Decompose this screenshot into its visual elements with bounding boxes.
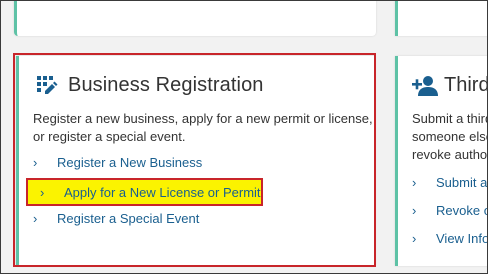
add-person-icon — [412, 75, 438, 97]
business-registration-card: Business Registration Register a new bus… — [16, 56, 375, 266]
link-label: Revoke o — [436, 203, 488, 218]
link-label: Register a New Business — [57, 155, 203, 170]
card-description: Register a new business, apply for a new… — [33, 111, 373, 144]
card-header: Third — [412, 74, 488, 97]
view-info-link[interactable]: › View Info — [412, 231, 488, 246]
card-title: Third — [444, 74, 488, 96]
link-label: Submit a — [436, 175, 488, 190]
chevron-right-icon: › — [40, 184, 45, 200]
description-line: revoke author — [412, 147, 488, 162]
grid-edit-icon — [36, 75, 58, 97]
top-right-card — [395, 0, 488, 36]
link-label: Apply for a New License or Permit — [64, 184, 261, 200]
chevron-right-icon: › — [33, 211, 38, 226]
link-label: View Info — [436, 231, 488, 246]
register-new-business-link[interactable]: › Register a New Business — [33, 155, 202, 170]
description-line: someone else — [412, 129, 488, 144]
description-line: Submit a third — [412, 111, 488, 126]
third-party-card: Third Submit a third someone else revoke… — [395, 56, 488, 266]
revoke-link[interactable]: › Revoke o — [412, 203, 488, 218]
register-special-event-link[interactable]: › Register a Special Event — [33, 211, 199, 226]
submit-link[interactable]: › Submit a — [412, 175, 487, 190]
top-left-card — [14, 0, 376, 36]
card-header: Business Registration — [36, 74, 264, 97]
chevron-right-icon: › — [412, 203, 417, 218]
chevron-right-icon: › — [412, 231, 417, 246]
chevron-right-icon: › — [33, 155, 38, 170]
link-label: Register a Special Event — [57, 211, 200, 226]
chevron-right-icon: › — [412, 175, 417, 190]
apply-license-permit-link[interactable]: › Apply for a New License or Permit — [26, 178, 263, 206]
card-title: Business Registration — [68, 74, 264, 96]
card-description: Submit a third someone else revoke autho… — [412, 110, 488, 164]
